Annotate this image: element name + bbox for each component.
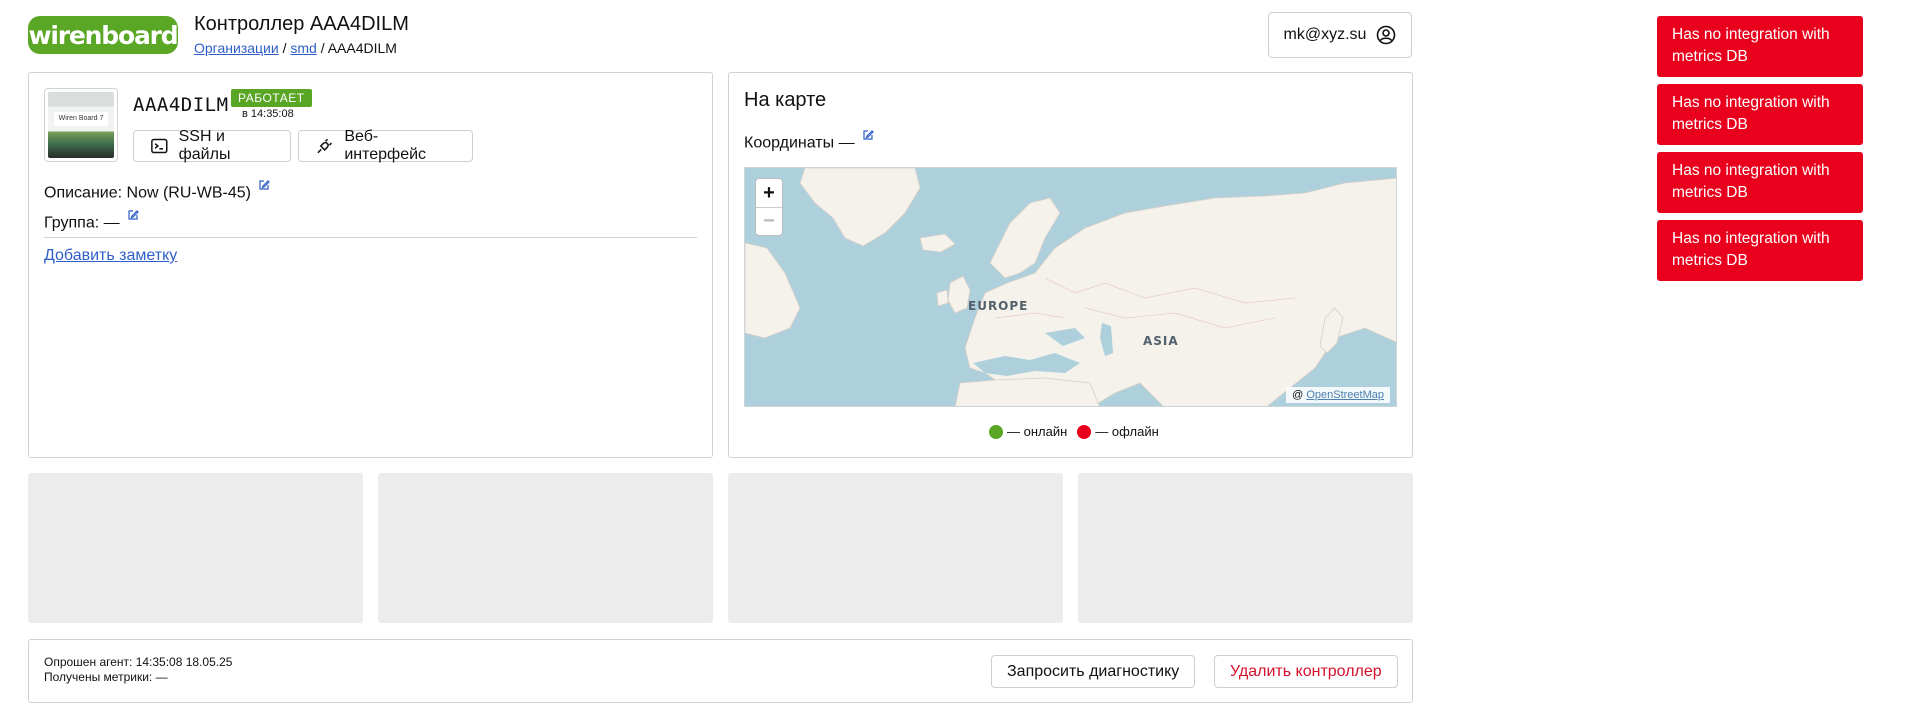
legend-online-label: — онлайн: [1007, 424, 1068, 439]
web-interface-label: Веб-интерфейс: [344, 128, 427, 163]
map-attribution: @ OpenStreetMap: [1286, 387, 1390, 403]
coordinates-label: Координаты: [744, 134, 835, 152]
wirenboard-logo[interactable]: wirenboard: [28, 16, 179, 54]
zoom-in-button[interactable]: +: [756, 179, 782, 207]
breadcrumb-separator: /: [282, 40, 287, 56]
agent-polled-text: Опрошен агент: 14:35:08 18.05.25: [44, 655, 233, 669]
error-toast[interactable]: Has no integration with metrics DB: [1657, 152, 1863, 213]
legend-offline-label: — офлайн: [1095, 424, 1159, 439]
coordinates-value: —: [838, 134, 855, 152]
ssh-files-label: SSH и файлы: [178, 128, 231, 163]
map-title: На карте: [744, 89, 827, 111]
group-value: —: [103, 214, 120, 232]
openstreetmap-link[interactable]: OpenStreetMap: [1306, 389, 1384, 401]
user-email: mk@xyz.su: [1283, 26, 1367, 43]
edit-icon[interactable]: [258, 179, 271, 191]
loading-panel: [1078, 473, 1413, 623]
ssh-files-button[interactable]: SSH и файлы: [133, 128, 291, 163]
add-note-link[interactable]: Добавить заметку: [44, 247, 177, 265]
plug-icon: [317, 138, 332, 154]
error-toast[interactable]: Has no integration with metrics DB: [1657, 84, 1863, 145]
breadcrumb-current: AAA4DILM: [327, 40, 397, 56]
loading-panel: [378, 473, 713, 623]
edit-icon[interactable]: [127, 209, 139, 221]
footer-card: Опрошен агент: 14:35:08 18.05.25 Получен…: [28, 639, 1413, 703]
status-time: в 14:35:08: [242, 108, 294, 120]
map-label-asia: ASIA: [1143, 334, 1179, 348]
request-diagnostics-button[interactable]: Запросить диагностику: [991, 655, 1196, 688]
map-label-europe: EUROPE: [968, 299, 1028, 313]
group-row: Группа: —: [44, 209, 139, 232]
page-title: Контроллер AAA4DILM: [194, 13, 409, 35]
user-menu-button[interactable]: mk@xyz.su: [1268, 12, 1412, 58]
zoom-out-button[interactable]: −: [756, 207, 782, 235]
metrics-received-text: Получены метрики: —: [44, 670, 168, 684]
map-card: На карте Координаты — EUROPE ASIA + − @ …: [728, 72, 1413, 458]
map-legend: — онлайн — офлайн: [983, 424, 1159, 439]
map-view[interactable]: EUROPE ASIA + − @ OpenStreetMap: [744, 167, 1397, 407]
logo-text: wirenboard: [28, 20, 179, 50]
breadcrumb-group-link[interactable]: smd: [290, 40, 316, 56]
attribution-prefix: @: [1292, 389, 1304, 401]
error-toast[interactable]: Has no integration with metrics DB: [1657, 16, 1863, 77]
loading-panel: [28, 473, 363, 623]
device-card: Wiren Board 7 AAA4DILM РАБОТАЕТ в 14:35:…: [28, 72, 713, 458]
web-interface-button[interactable]: Веб-интерфейс: [298, 128, 473, 163]
map-tiles: EUROPE ASIA: [745, 168, 1396, 406]
delete-controller-button[interactable]: Удалить контроллер: [1214, 655, 1398, 688]
description-row: Описание: Now (RU-WB-45): [44, 179, 271, 202]
device-image: Wiren Board 7: [44, 88, 118, 162]
description-value: Now (RU-WB-45): [126, 184, 251, 202]
edit-icon[interactable]: [862, 129, 874, 141]
breadcrumb: Организации / smd / AAA4DILM: [194, 40, 397, 56]
zoom-control: + −: [755, 178, 783, 236]
coordinates-row: Координаты —: [744, 129, 874, 152]
error-toast[interactable]: Has no integration with metrics DB: [1657, 220, 1863, 281]
online-dot-icon: [989, 424, 1003, 439]
device-name: AAA4DILM: [133, 94, 229, 116]
loading-panel: [728, 473, 1063, 623]
divider: [44, 237, 697, 238]
status-badge: РАБОТАЕТ: [231, 89, 312, 107]
description-label: Описание:: [44, 184, 123, 202]
group-label: Группа:: [44, 214, 100, 232]
breadcrumb-organizations-link[interactable]: Организации: [194, 40, 279, 56]
offline-dot-icon: [1077, 424, 1092, 439]
breadcrumb-separator: /: [320, 40, 325, 56]
terminal-icon: [151, 138, 168, 154]
device-image-label: Wiren Board 7: [54, 112, 108, 126]
user-circle-icon: [1377, 25, 1396, 45]
